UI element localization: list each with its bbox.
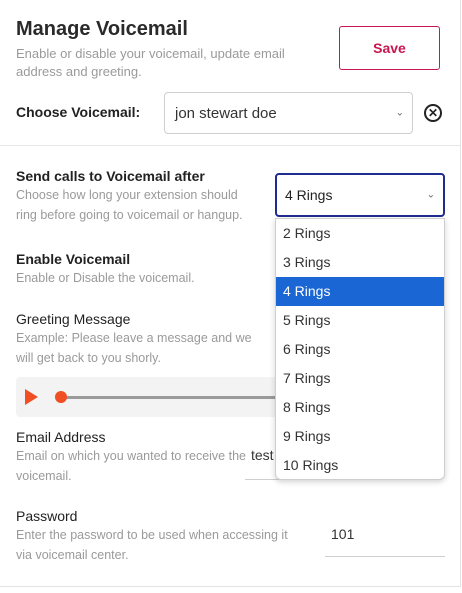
voicemail-panel: Manage Voicemail Enable or disable your … [0, 0, 461, 587]
password-label: Password [16, 508, 78, 524]
rings-option-selected[interactable]: 4 Rings [276, 277, 444, 306]
chevron-down-icon: ⌄ [426, 189, 435, 201]
chevron-down-icon: ⌄ [395, 107, 404, 119]
audio-progress-handle[interactable] [55, 391, 67, 403]
clear-icon[interactable]: ✕ [424, 104, 442, 122]
rings-select-value: 4 Rings [285, 187, 333, 203]
choose-voicemail-select[interactable]: jon stewart doe ⌄ [164, 92, 413, 134]
password-input[interactable]: 101 [325, 524, 445, 557]
play-icon[interactable] [25, 389, 38, 405]
rings-option[interactable]: 5 Rings [276, 306, 444, 335]
enable-voicemail-label: Enable Voicemail [16, 251, 131, 267]
choose-voicemail-value: jon stewart doe [175, 104, 277, 122]
rings-option[interactable]: 2 Rings [276, 219, 444, 248]
rings-option[interactable]: 3 Rings [276, 248, 444, 277]
page-title: Manage Voicemail [16, 18, 188, 40]
rings-option[interactable]: 8 Rings [276, 393, 444, 422]
rings-option[interactable]: 10 Rings [276, 451, 444, 480]
audio-player [16, 377, 280, 417]
choose-voicemail-label: Choose Voicemail: [16, 104, 141, 120]
email-description: Email on which you wanted to receive the… [16, 449, 246, 483]
rings-dropdown-list: 2 Rings 3 Rings 4 Rings 5 Rings 6 Rings … [275, 218, 445, 480]
password-description: Enter the password to be used when acces… [16, 528, 288, 562]
save-button[interactable]: Save [339, 26, 440, 70]
greeting-label: Greeting Message [16, 311, 131, 327]
audio-progress-track[interactable] [61, 396, 280, 399]
divider [0, 145, 460, 146]
rings-option[interactable]: 6 Rings [276, 335, 444, 364]
page-subtitle: Enable or disable your voicemail, update… [16, 46, 285, 79]
send-calls-description: Choose how long your extension should ri… [16, 188, 243, 222]
rings-option[interactable]: 7 Rings [276, 364, 444, 393]
email-label: Email Address [16, 429, 106, 445]
enable-voicemail-description: Enable or Disable the voicemail. [16, 271, 195, 285]
rings-option[interactable]: 9 Rings [276, 422, 444, 451]
send-calls-label: Send calls to Voicemail after [16, 168, 205, 184]
rings-select[interactable]: 4 Rings ⌄ [275, 173, 445, 217]
greeting-description: Example: Please leave a message and we w… [16, 331, 252, 365]
